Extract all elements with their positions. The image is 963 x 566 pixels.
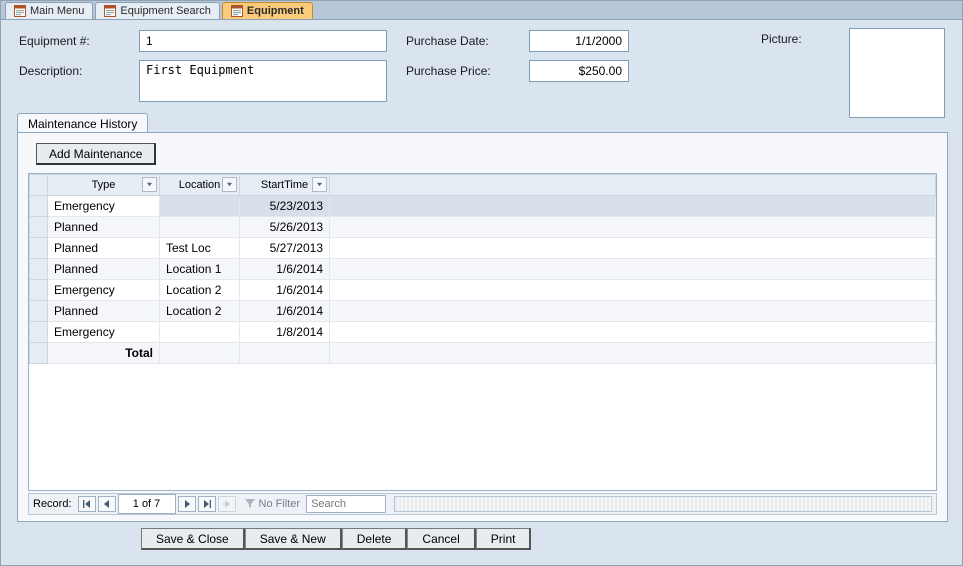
nav-prev-button[interactable] <box>98 496 116 512</box>
nav-next-button[interactable] <box>178 496 196 512</box>
row-selector[interactable] <box>30 238 48 259</box>
purchase-date-field[interactable] <box>529 30 629 52</box>
chevron-down-icon[interactable] <box>142 177 157 192</box>
picture-box[interactable] <box>849 28 945 118</box>
cell-location[interactable] <box>160 217 240 238</box>
col-header-location[interactable]: Location <box>160 175 240 196</box>
cell-blank <box>330 301 936 322</box>
table-row[interactable]: PlannedLocation 11/6/2014 <box>30 259 936 280</box>
total-label: Total <box>48 343 160 364</box>
cell-blank <box>330 259 936 280</box>
cell-starttime[interactable]: 5/23/2013 <box>240 196 330 217</box>
col-header-type[interactable]: Type <box>48 175 160 196</box>
print-button[interactable]: Print <box>476 528 532 550</box>
equipment-form: Equipment #: Description: Purchase Date:… <box>1 20 962 565</box>
cell-location[interactable]: Test Loc <box>160 238 240 259</box>
table-row[interactable]: Emergency 5/23/2013 <box>30 196 936 217</box>
row-selector[interactable] <box>30 259 48 280</box>
purchase-price-label: Purchase Price: <box>406 64 491 78</box>
cell-blank <box>330 280 936 301</box>
row-selector-header[interactable] <box>30 175 48 196</box>
cell-blank <box>330 217 936 238</box>
cell-location[interactable] <box>160 322 240 343</box>
description-field[interactable] <box>139 60 387 102</box>
cell-blank <box>330 196 936 217</box>
equipment-num-field[interactable] <box>139 30 387 52</box>
cell-location[interactable]: Location 2 <box>160 301 240 322</box>
table-total-row: Total <box>30 343 936 364</box>
record-label: Record: <box>33 498 72 510</box>
form-icon <box>231 5 243 17</box>
chevron-down-icon[interactable] <box>312 177 327 192</box>
cell-type[interactable]: Planned <box>48 217 160 238</box>
tab-maintenance-history[interactable]: Maintenance History <box>17 113 148 134</box>
picture-label: Picture: <box>761 32 802 46</box>
cell-type[interactable]: Emergency <box>48 280 160 301</box>
table-row[interactable]: EmergencyLocation 21/6/2014 <box>30 280 936 301</box>
cell-starttime[interactable]: 1/6/2014 <box>240 301 330 322</box>
col-header-starttime[interactable]: StartTime <box>240 175 330 196</box>
tab-label: Equipment Search <box>120 5 211 17</box>
row-selector[interactable] <box>30 301 48 322</box>
cell-location[interactable] <box>160 196 240 217</box>
record-search-box[interactable] <box>306 495 386 513</box>
nav-first-button[interactable] <box>78 496 96 512</box>
equipment-num-label: Equipment #: <box>19 34 90 48</box>
filter-icon <box>244 497 256 512</box>
cell-blank <box>330 322 936 343</box>
delete-button[interactable]: Delete <box>342 528 408 550</box>
cell-type[interactable]: Planned <box>48 301 160 322</box>
purchase-date-label: Purchase Date: <box>406 34 489 48</box>
record-position-box[interactable] <box>118 494 176 514</box>
maintenance-history-subform: Add Maintenance Type Location StartTime <box>17 132 948 522</box>
form-icon <box>14 5 26 17</box>
row-selector[interactable] <box>30 280 48 301</box>
save-new-button[interactable]: Save & New <box>245 528 342 550</box>
cell-starttime[interactable]: 1/6/2014 <box>240 280 330 301</box>
save-close-button[interactable]: Save & Close <box>141 528 245 550</box>
chevron-down-icon[interactable] <box>222 177 237 192</box>
add-maintenance-button[interactable]: Add Maintenance <box>36 143 156 165</box>
filter-indicator[interactable]: No Filter <box>244 497 301 512</box>
table-row[interactable]: PlannedTest Loc5/27/2013 <box>30 238 936 259</box>
table-row[interactable]: PlannedLocation 21/6/2014 <box>30 301 936 322</box>
tab-label: Equipment <box>247 5 304 17</box>
cell-type[interactable]: Planned <box>48 259 160 280</box>
record-navigator: Record: No Filter <box>28 493 937 515</box>
cell-starttime[interactable]: 1/8/2014 <box>240 322 330 343</box>
cell-starttime[interactable]: 5/26/2013 <box>240 217 330 238</box>
cell-blank <box>330 238 936 259</box>
tab-equipment[interactable]: Equipment <box>222 2 313 19</box>
col-header-blank <box>330 175 936 196</box>
row-selector[interactable] <box>30 217 48 238</box>
form-command-bar: Save & Close Save & New Delete Cancel Pr… <box>141 528 531 550</box>
cell-location[interactable]: Location 1 <box>160 259 240 280</box>
nav-last-button[interactable] <box>198 496 216 512</box>
cell-starttime[interactable]: 1/6/2014 <box>240 259 330 280</box>
nav-new-button[interactable] <box>218 496 236 512</box>
cancel-button[interactable]: Cancel <box>407 528 475 550</box>
document-tabstrip: Main Menu Equipment Search Equipment <box>1 1 962 20</box>
table-row[interactable]: Planned 5/26/2013 <box>30 217 936 238</box>
form-icon <box>104 5 116 17</box>
cell-type[interactable]: Planned <box>48 238 160 259</box>
horizontal-scrollbar[interactable] <box>394 496 932 512</box>
purchase-price-field[interactable] <box>529 60 629 82</box>
tab-label: Main Menu <box>30 5 84 17</box>
row-selector[interactable] <box>30 196 48 217</box>
table-row[interactable]: Emergency 1/8/2014 <box>30 322 936 343</box>
cell-starttime[interactable]: 5/27/2013 <box>240 238 330 259</box>
cell-location[interactable]: Location 2 <box>160 280 240 301</box>
description-label: Description: <box>19 64 82 78</box>
cell-type[interactable]: Emergency <box>48 196 160 217</box>
tab-main-menu[interactable]: Main Menu <box>5 2 93 19</box>
tab-equipment-search[interactable]: Equipment Search <box>95 2 220 19</box>
row-selector[interactable] <box>30 322 48 343</box>
maintenance-datasheet[interactable]: Type Location StartTime Emergency 5/23/20… <box>28 173 937 491</box>
cell-type[interactable]: Emergency <box>48 322 160 343</box>
